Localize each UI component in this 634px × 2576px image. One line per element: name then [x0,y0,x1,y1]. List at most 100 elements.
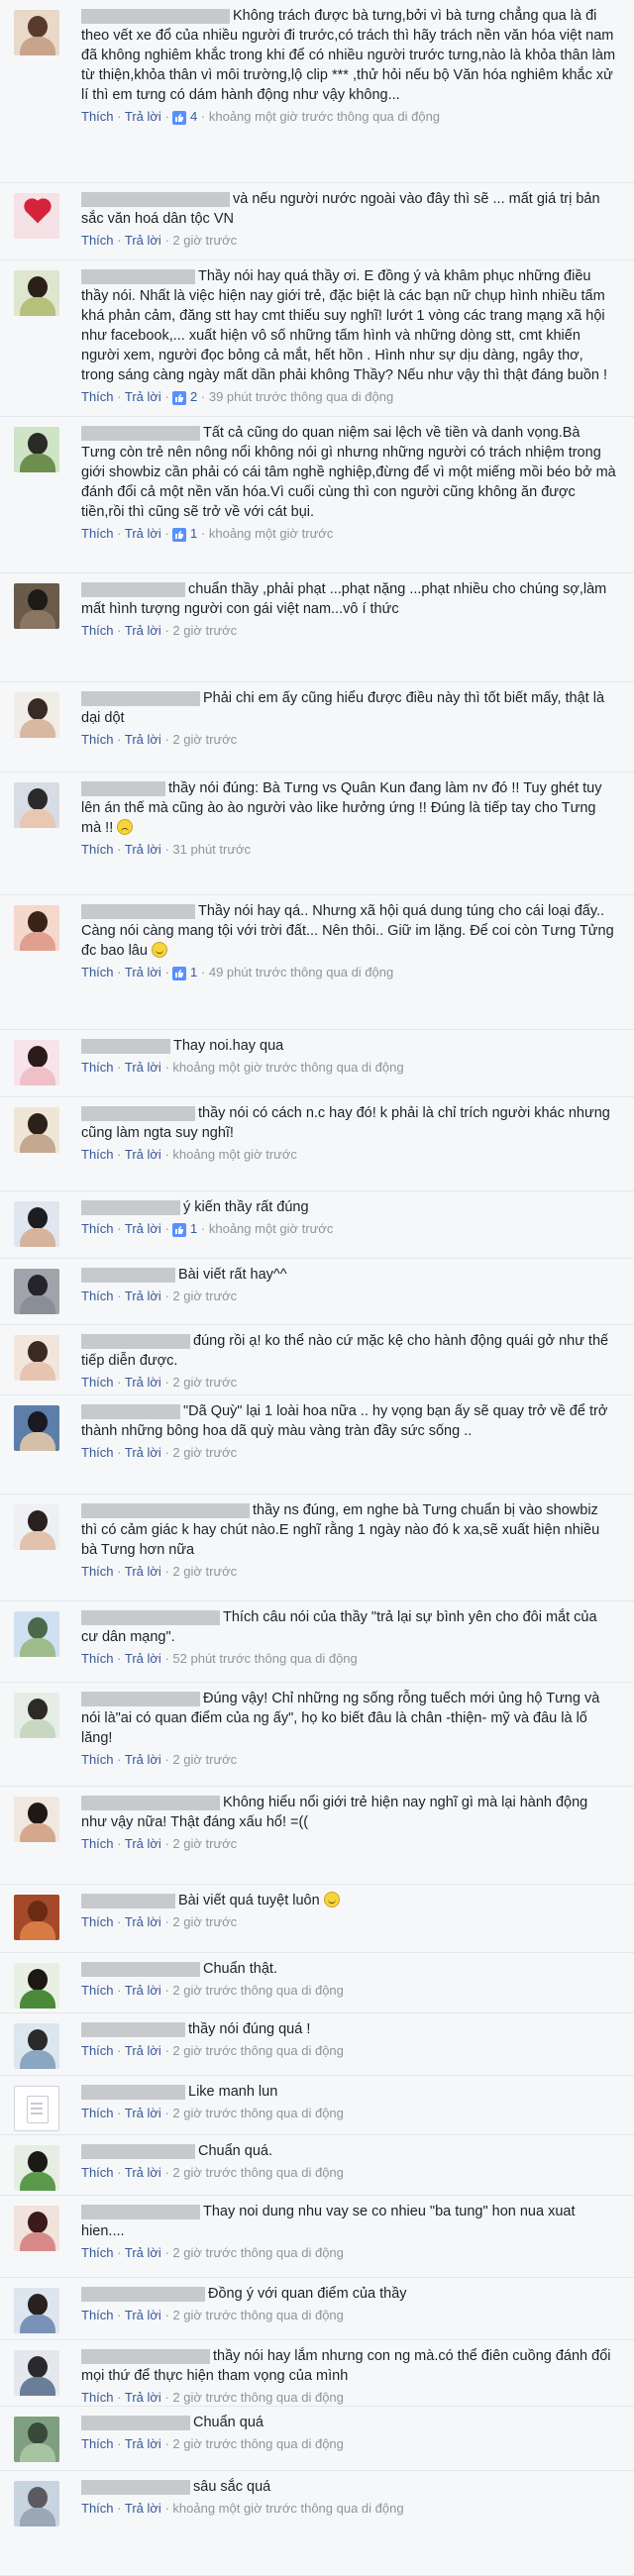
user-name-redacted[interactable] [81,1105,195,1121]
avatar[interactable] [14,1405,59,1451]
reply-link[interactable]: Trả lời [125,965,161,979]
like-link[interactable]: Thích [81,2436,114,2451]
reply-link[interactable]: Trả lời [125,2106,161,2120]
avatar[interactable] [14,1040,59,1085]
user-name-redacted[interactable] [81,268,195,284]
avatar[interactable] [14,905,59,951]
user-name-redacted[interactable] [81,1795,220,1810]
like-link[interactable]: Thích [81,623,114,638]
reply-link[interactable]: Trả lời [125,1221,161,1236]
user-name-redacted[interactable] [81,780,165,796]
reply-link[interactable]: Trả lời [125,1983,161,1998]
user-name-redacted[interactable] [81,2415,190,2430]
like-link[interactable]: Thích [81,1752,114,1767]
timestamp[interactable]: 2 giờ trước [172,1836,237,1851]
timestamp[interactable]: 2 giờ trước thông qua di động [172,2436,343,2451]
timestamp[interactable]: 2 giờ trước [172,1914,237,1929]
avatar[interactable] [14,2023,59,2069]
reply-link[interactable]: Trả lời [125,2501,161,2516]
timestamp[interactable]: khoảng một giờ trước thông qua di động [209,109,440,124]
like-link[interactable]: Thích [81,389,114,404]
avatar[interactable] [14,692,59,738]
timestamp[interactable]: 2 giờ trước thông qua di động [172,2390,343,2405]
timestamp[interactable]: 2 giờ trước thông qua di động [172,2308,343,2322]
timestamp[interactable]: 2 giờ trước [172,1375,237,1390]
like-count[interactable]: 4 [190,109,197,124]
user-name-redacted[interactable] [81,1691,200,1706]
user-name-redacted[interactable] [81,8,230,24]
timestamp[interactable]: 2 giờ trước thông qua di động [172,2043,343,2058]
timestamp[interactable]: khoảng một giờ trước thông qua di động [172,1060,403,1075]
like-link[interactable]: Thích [81,526,114,541]
reply-link[interactable]: Trả lời [125,1147,161,1162]
reply-link[interactable]: Trả lời [125,389,161,404]
like-link[interactable]: Thích [81,2308,114,2322]
like-link[interactable]: Thích [81,842,114,857]
avatar[interactable] [14,1201,59,1247]
user-name-redacted[interactable] [81,1038,170,1054]
thumbs-up-icon[interactable] [172,1223,187,1237]
timestamp[interactable]: 2 giờ trước [172,1288,237,1303]
reply-link[interactable]: Trả lời [125,1445,161,1460]
user-name-redacted[interactable] [81,690,200,706]
like-link[interactable]: Thích [81,1375,114,1390]
avatar[interactable] [14,1504,59,1550]
reply-link[interactable]: Trả lời [125,1288,161,1303]
like-link[interactable]: Thích [81,2043,114,2058]
user-name-redacted[interactable] [81,1403,180,1419]
user-name-redacted[interactable] [81,2286,205,2302]
avatar[interactable] [14,1693,59,1738]
like-link[interactable]: Thích [81,2165,114,2180]
timestamp[interactable]: 2 giờ trước [172,1564,237,1579]
timestamp[interactable]: 49 phút trước thông qua di động [209,965,393,979]
timestamp[interactable]: 2 giờ trước thông qua di động [172,2106,343,2120]
like-link[interactable]: Thích [81,1445,114,1460]
like-link[interactable]: Thích [81,732,114,747]
like-link[interactable]: Thích [81,1914,114,1929]
avatar[interactable] [14,2145,59,2191]
user-name-redacted[interactable] [81,425,200,441]
reply-link[interactable]: Trả lời [125,2390,161,2405]
avatar[interactable] [14,2206,59,2251]
avatar[interactable] [14,427,59,472]
user-name-redacted[interactable] [81,2348,210,2364]
reply-link[interactable]: Trả lời [125,732,161,747]
like-link[interactable]: Thích [81,2390,114,2405]
avatar[interactable] [14,583,59,629]
avatar[interactable] [14,1107,59,1153]
thumbs-up-icon[interactable] [172,528,187,542]
like-link[interactable]: Thích [81,1060,114,1075]
like-link[interactable]: Thích [81,109,114,124]
user-name-redacted[interactable] [81,1502,250,1518]
timestamp[interactable]: 2 giờ trước [172,623,237,638]
like-count[interactable]: 1 [190,965,197,979]
like-link[interactable]: Thích [81,1288,114,1303]
reply-link[interactable]: Trả lời [125,109,161,124]
like-link[interactable]: Thích [81,1836,114,1851]
timestamp[interactable]: 2 giờ trước [172,233,237,248]
timestamp[interactable]: khoảng một giờ trước [209,1221,333,1236]
reply-link[interactable]: Trả lời [125,1836,161,1851]
timestamp[interactable]: 2 giờ trước thông qua di động [172,2165,343,2180]
reply-link[interactable]: Trả lời [125,2245,161,2260]
like-link[interactable]: Thích [81,1651,114,1666]
user-name-redacted[interactable] [81,2021,185,2037]
timestamp[interactable]: 52 phút trước thông qua di động [172,1651,357,1666]
avatar[interactable] [14,1611,59,1657]
thumbs-up-icon[interactable] [172,111,187,125]
timestamp[interactable]: 2 giờ trước [172,732,237,747]
avatar[interactable] [14,193,59,239]
timestamp[interactable]: khoảng một giờ trước [209,526,333,541]
timestamp[interactable]: khoảng một giờ trước thông qua di động [172,2501,403,2516]
avatar[interactable] [14,2481,59,2526]
reply-link[interactable]: Trả lời [125,1914,161,1929]
user-name-redacted[interactable] [81,1893,175,1908]
avatar[interactable] [14,1269,59,1314]
user-name-redacted[interactable] [81,1199,180,1215]
user-name-redacted[interactable] [81,581,185,597]
like-link[interactable]: Thích [81,2106,114,2120]
avatar[interactable] [14,2288,59,2333]
thumbs-up-icon[interactable] [172,967,187,980]
timestamp[interactable]: khoảng một giờ trước [172,1147,296,1162]
avatar[interactable] [14,1335,59,1381]
